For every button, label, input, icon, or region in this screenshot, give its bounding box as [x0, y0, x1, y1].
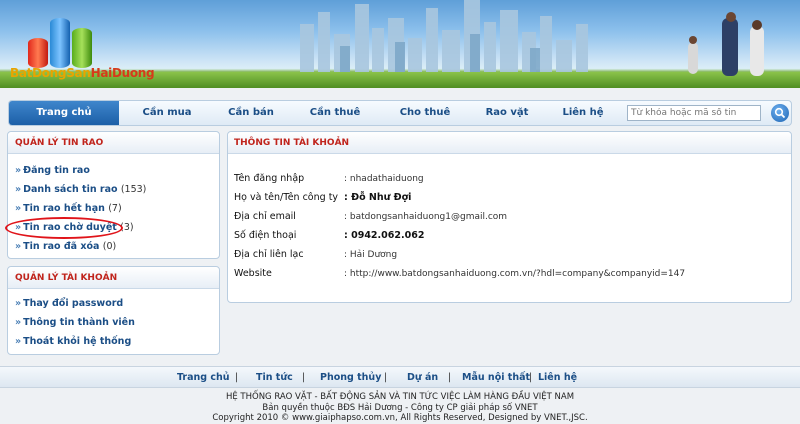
footer-line-3: Copyright 2010 © www.giaiphapso.com.vn, … [212, 413, 588, 423]
menu-member-info[interactable]: » Thông tin thành viên [8, 313, 219, 332]
account-info-title: THÔNG TIN TÀI KHOẢN [228, 132, 791, 154]
menu-post-listing[interactable]: » Đăng tin rao [8, 161, 219, 180]
footer-link-news[interactable]: Tin tức [256, 367, 293, 389]
footer-link-fengshui[interactable]: Phong thủy [320, 367, 381, 389]
footer-line-2: Bản quyền thuộc BĐS Hải Dương - Công ty … [262, 402, 538, 413]
menu-listing-list[interactable]: » Danh sách tin rao (153) [8, 180, 219, 199]
search-icon [774, 107, 786, 119]
footer-link-interior[interactable]: Mẫu nội thất [462, 367, 530, 389]
footer-link-home[interactable]: Trang chủ [177, 367, 230, 389]
double-arrow-icon: » [15, 241, 22, 252]
menu-logout[interactable]: » Thoát khỏi hệ thống [8, 332, 219, 351]
footer-link-projects[interactable]: Dự án [407, 367, 438, 389]
account-info-panel: THÔNG TIN TÀI KHOẢN Tên đăng nhập : nhad… [227, 131, 792, 303]
logo-text-part1: BatDongSan [10, 66, 91, 80]
double-arrow-icon: » [15, 203, 22, 214]
nav-rao-vat[interactable]: Rao vặt [467, 101, 547, 125]
double-arrow-icon: » [15, 184, 22, 195]
field-phone: Số điện thoại : 0942.062.062 [234, 230, 425, 241]
menu-deleted-listings[interactable]: » Tin rao đã xóa (0) [8, 237, 219, 256]
page: BatDongSanHaiDuong Trang chủ Cần mua Cần… [0, 0, 800, 424]
header-banner: BatDongSanHaiDuong [0, 0, 800, 88]
logo-text-part2: HaiDuong [90, 66, 155, 80]
listing-management-title: QUẢN LÝ TIN RAO [8, 132, 219, 154]
footer-info: HỆ THỐNG RAO VẶT - BẤT ĐỘNG SẢN VÀ TIN T… [0, 390, 800, 424]
logo-graphic [28, 12, 96, 68]
nav-can-thue[interactable]: Cần thuê [295, 101, 375, 125]
double-arrow-icon: » [15, 298, 22, 309]
footer-separator: | [448, 372, 452, 383]
double-arrow-icon: » [15, 165, 22, 176]
nav-home[interactable]: Trang chủ [9, 101, 119, 125]
family-photo [652, 12, 782, 82]
field-website: Website : http://www.batdongsanhaiduong.… [234, 268, 686, 279]
logo-text[interactable]: BatDongSanHaiDuong [10, 66, 155, 80]
field-fullname: Họ và tên/Tên công ty : Đỗ Như Đợi [234, 192, 412, 203]
footer-separator: | [384, 372, 388, 383]
nav-can-ban[interactable]: Cần bán [211, 101, 291, 125]
field-email: Địa chỉ email : batdongsanhaiduong1@gmai… [234, 211, 508, 222]
footer-separator: | [302, 372, 306, 383]
nav-lien-he[interactable]: Liên hệ [543, 101, 623, 125]
double-arrow-icon: » [15, 317, 22, 328]
search-input[interactable] [627, 105, 761, 121]
menu-change-password[interactable]: » Thay đổi password [8, 294, 219, 313]
nav-can-mua[interactable]: Cần mua [127, 101, 207, 125]
listing-management-box: QUẢN LÝ TIN RAO » Đăng tin rao » Danh sách… [7, 131, 220, 259]
footer-separator: | [529, 372, 533, 383]
search-button[interactable] [771, 104, 789, 122]
nav-cho-thue[interactable]: Cho thuê [385, 101, 465, 125]
footer-link-contact[interactable]: Liên hệ [538, 367, 577, 389]
footer-nav: Trang chủ | Tin tức | Phong thủy | Dự án… [0, 366, 800, 388]
footer-separator: | [235, 372, 239, 383]
main-nav: Trang chủ Cần mua Cần bán Cần thuê Cho t… [8, 100, 792, 126]
menu-expired-listings[interactable]: » Tin rao hết hạn (7) [8, 199, 219, 218]
highlight-ring [5, 217, 123, 239]
account-management-box: QUẢN LÝ TÀI KHOẢN » Thay đổi password » Th… [7, 266, 220, 355]
field-address: Địa chỉ liên lạc : Hải Dương [234, 249, 398, 260]
field-username: Tên đăng nhập : nhadathaiduong [234, 173, 424, 184]
account-management-title: QUẢN LÝ TÀI KHOẢN [8, 267, 219, 289]
double-arrow-icon: » [15, 336, 22, 347]
footer-line-1: HỆ THỐNG RAO VẶT - BẤT ĐỘNG SẢN VÀ TIN T… [225, 392, 575, 402]
